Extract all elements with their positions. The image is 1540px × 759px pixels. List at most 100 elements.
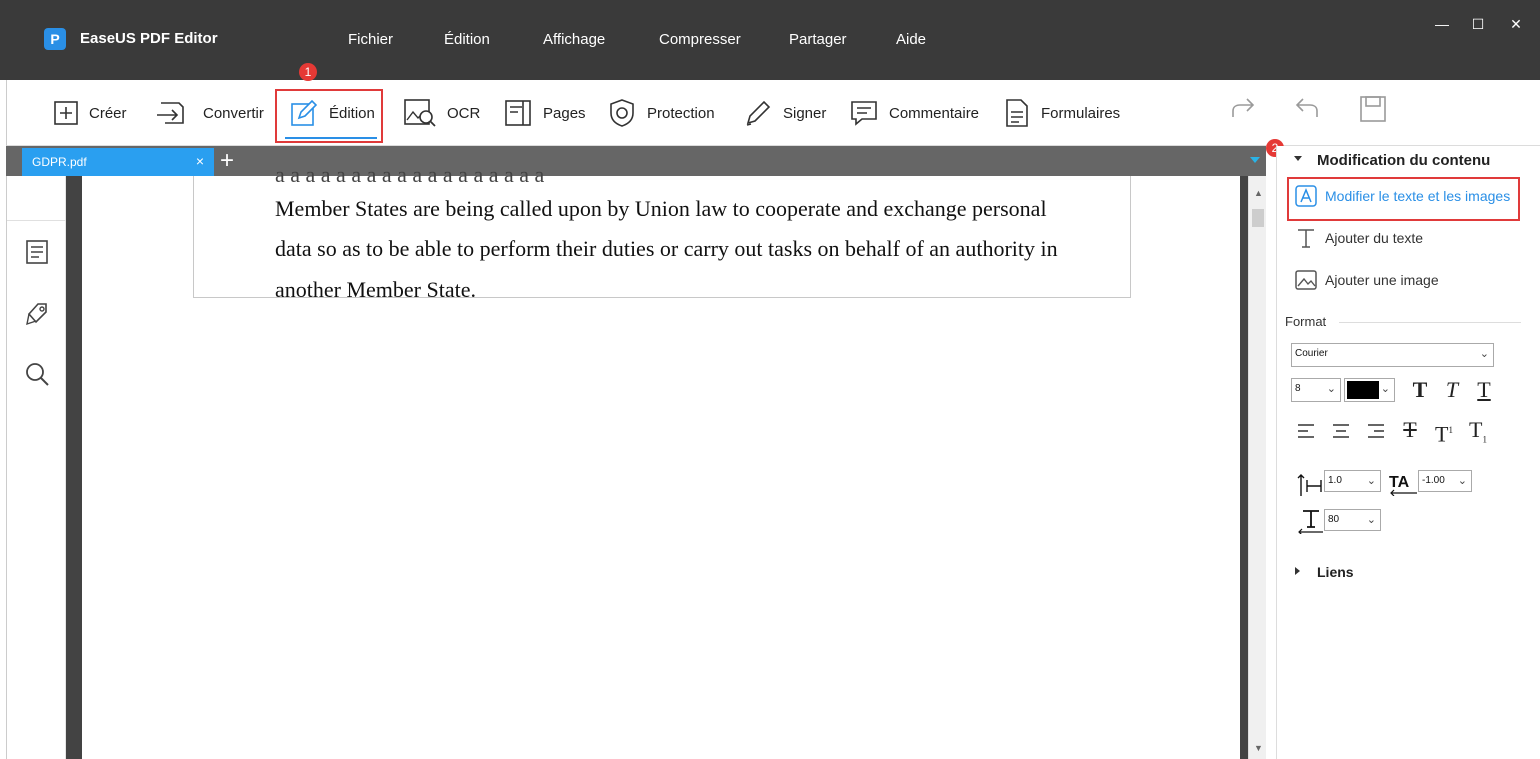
bold-button[interactable]: T xyxy=(1405,375,1435,405)
italic-button[interactable]: T xyxy=(1437,375,1467,405)
strikethrough-button[interactable]: T xyxy=(1395,415,1425,445)
menu-partager[interactable]: Partager xyxy=(789,31,847,48)
image-icon xyxy=(1295,270,1317,290)
formulaires-label: Formulaires xyxy=(1041,104,1121,122)
close-window-button[interactable]: ✕ xyxy=(1506,14,1526,34)
scale-select[interactable]: 80 ⌄ xyxy=(1324,509,1381,531)
app-title: EaseUS PDF Editor xyxy=(80,30,218,47)
partial-text-line: a a a a a a a a a a a a a a a a a a xyxy=(275,162,545,187)
font-color-picker[interactable]: ⌄ xyxy=(1344,378,1395,402)
left-sidebar xyxy=(6,176,67,759)
chevron-down-icon: ⌄ xyxy=(1366,475,1376,487)
add-text-item[interactable]: Ajouter du texte xyxy=(1295,227,1423,249)
format-divider xyxy=(1339,322,1521,323)
align-left-icon[interactable] xyxy=(1291,416,1321,446)
char-spacing-select[interactable]: -1.00 ⌄ xyxy=(1418,470,1472,492)
right-properties-panel: Modification du contenu Modifier le text… xyxy=(1276,146,1540,759)
edition-highlight-box xyxy=(275,89,383,143)
main-toolbar: Créer Convertir Édition OCR Pages Protec… xyxy=(6,80,1540,146)
format-heading: Format xyxy=(1285,314,1327,329)
menu-affichage[interactable]: Affichage xyxy=(543,31,605,48)
modify-text-images-item[interactable]: Modifier le texte et les images xyxy=(1295,185,1510,207)
pages-icon xyxy=(505,100,531,126)
ocr-button[interactable]: OCR xyxy=(403,80,480,146)
edition-active-underline xyxy=(285,137,377,139)
scroll-up-icon[interactable]: ▲ xyxy=(1254,188,1263,198)
title-bar: P EaseUS PDF Editor Fichier Édition Affi… xyxy=(0,0,1540,80)
pdf-page[interactable]: a a a a a a a a a a a a a a a a a a Memb… xyxy=(82,162,1240,759)
underline-button[interactable]: T xyxy=(1469,375,1499,405)
chevron-down-icon: ⌄ xyxy=(1366,514,1376,526)
document-viewport: a a a a a a a a a a a a a a a a a a Memb… xyxy=(66,162,1248,759)
section-title-links[interactable]: Liens xyxy=(1317,564,1354,580)
subscript-button[interactable]: T1 xyxy=(1463,415,1493,445)
protection-button[interactable]: Protection xyxy=(607,80,715,146)
menu-fichier[interactable]: Fichier xyxy=(348,31,393,48)
bookmark-tag-icon[interactable] xyxy=(23,300,51,328)
redo-icon[interactable] xyxy=(1229,95,1257,123)
chevron-down-icon: ⌄ xyxy=(1380,383,1390,395)
chevron-down-icon: ⌄ xyxy=(1326,383,1336,395)
font-size-select[interactable]: 8 ⌄ xyxy=(1291,378,1341,402)
shield-icon xyxy=(610,99,634,127)
tab-gdpr[interactable]: GDPR.pdf × xyxy=(22,148,214,176)
paragraph-line-1: Member States are being called upon by U… xyxy=(275,196,1047,221)
undo-icon[interactable] xyxy=(1293,95,1321,123)
scale-value: 80 xyxy=(1328,514,1340,525)
ocr-label: OCR xyxy=(447,104,481,122)
menu-compresser[interactable]: Compresser xyxy=(659,31,741,48)
signer-label: Signer xyxy=(783,104,827,122)
collapse-arrow-icon[interactable] xyxy=(1294,156,1302,161)
font-family-select[interactable]: Courier ⌄ xyxy=(1291,343,1494,367)
text-edit-icon xyxy=(1295,185,1317,207)
convert-icon xyxy=(157,102,184,124)
superscript-button[interactable]: T1 xyxy=(1429,415,1459,446)
signer-button[interactable]: Signer xyxy=(743,80,826,146)
protection-label: Protection xyxy=(647,104,715,122)
scroll-down-icon[interactable]: ▼ xyxy=(1254,743,1263,753)
vertical-scrollbar[interactable]: ▲ ▼ xyxy=(1248,176,1266,759)
convertir-label: Convertir xyxy=(203,104,264,122)
section-title-content: Modification du contenu xyxy=(1317,152,1491,169)
add-image-item[interactable]: Ajouter une image xyxy=(1295,269,1439,291)
font-family-value: Courier xyxy=(1295,348,1328,359)
text-t-icon xyxy=(1298,229,1314,248)
tab-filename: GDPR.pdf xyxy=(32,155,87,169)
menu-aide[interactable]: Aide xyxy=(896,31,926,48)
form-icon xyxy=(1006,99,1028,127)
scroll-thumb[interactable] xyxy=(1252,209,1264,227)
ocr-icon xyxy=(404,99,436,127)
close-tab-icon[interactable]: × xyxy=(196,153,204,169)
app-window: P EaseUS PDF Editor Fichier Édition Affi… xyxy=(0,0,1540,759)
line-spacing-value: 1.0 xyxy=(1328,475,1342,486)
tab-list-dropdown-icon[interactable] xyxy=(1250,157,1260,163)
paragraph-line-2: data so as to be able to perform their d… xyxy=(275,236,1058,261)
expand-arrow-icon[interactable] xyxy=(1295,567,1300,575)
pages-button[interactable]: Pages xyxy=(503,80,586,146)
menu-edition[interactable]: Édition xyxy=(444,31,490,48)
creer-button[interactable]: Créer xyxy=(53,80,127,146)
save-icon[interactable] xyxy=(1359,95,1387,123)
thumbnails-icon[interactable] xyxy=(23,238,51,266)
add-text-label: Ajouter du texte xyxy=(1325,230,1424,246)
convertir-button[interactable]: Convertir xyxy=(155,80,264,146)
commentaire-label: Commentaire xyxy=(889,104,980,122)
align-right-icon[interactable] xyxy=(1361,416,1391,446)
formulaires-button[interactable]: Formulaires xyxy=(1003,80,1120,146)
creer-label: Créer xyxy=(89,104,127,122)
add-tab-icon[interactable]: + xyxy=(220,147,234,175)
line-spacing-icon xyxy=(1297,474,1322,496)
document-tab-bar: GDPR.pdf × + xyxy=(6,146,1266,176)
chevron-down-icon: ⌄ xyxy=(1479,348,1489,360)
add-image-label: Ajouter une image xyxy=(1325,272,1439,288)
minimize-button[interactable]: — xyxy=(1432,14,1452,34)
pages-label: Pages xyxy=(543,104,586,122)
commentaire-button[interactable]: Commentaire xyxy=(849,80,979,146)
modify-label: Modifier le texte et les images xyxy=(1325,188,1511,204)
maximize-button[interactable]: ☐ xyxy=(1468,14,1488,34)
chevron-down-icon: ⌄ xyxy=(1457,475,1467,487)
step-badge-1: 1 xyxy=(299,63,317,81)
line-spacing-select[interactable]: 1.0 ⌄ xyxy=(1324,470,1381,492)
search-icon[interactable] xyxy=(23,360,51,388)
align-center-icon[interactable] xyxy=(1326,416,1356,446)
